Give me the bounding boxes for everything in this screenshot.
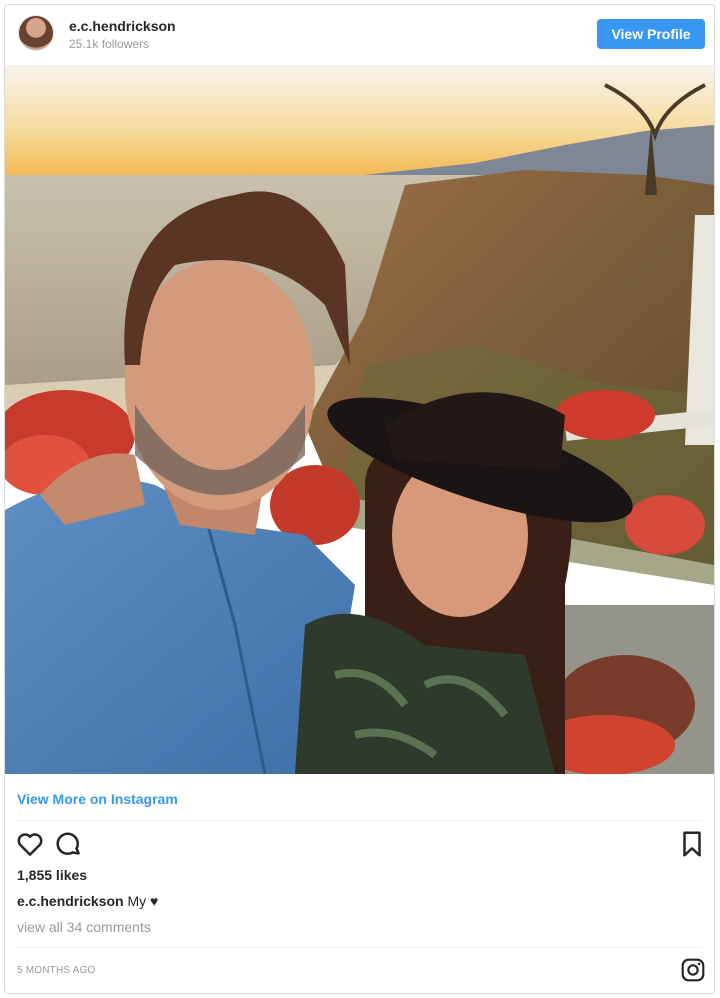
action-bar bbox=[5, 829, 714, 861]
comment-icon[interactable] bbox=[53, 829, 83, 859]
post-header: e.c.hendrickson 25.1k followers View Pro… bbox=[5, 5, 714, 65]
like-count[interactable]: 1,855 likes bbox=[17, 867, 87, 883]
heart-icon[interactable] bbox=[15, 829, 45, 859]
instagram-embed-card: e.c.hendrickson 25.1k followers View Pro… bbox=[4, 4, 715, 994]
caption-text: My ♥ bbox=[127, 893, 159, 909]
caption: e.c.hendrickson My ♥ bbox=[17, 893, 158, 909]
bookmark-icon[interactable] bbox=[677, 829, 707, 859]
caption-username[interactable]: e.c.hendrickson bbox=[17, 893, 124, 909]
instagram-icon[interactable] bbox=[680, 957, 706, 983]
post-timestamp: 5 MONTHS AGO bbox=[17, 965, 96, 976]
username[interactable]: e.c.hendrickson bbox=[69, 18, 176, 34]
view-profile-button[interactable]: View Profile bbox=[597, 19, 705, 49]
selfie-photo bbox=[5, 65, 714, 774]
post-photo[interactable] bbox=[5, 65, 714, 774]
divider bbox=[17, 947, 702, 948]
view-all-comments-link[interactable]: view all 34 comments bbox=[17, 919, 151, 935]
view-more-on-instagram-link[interactable]: View More on Instagram bbox=[17, 791, 178, 807]
follower-count: 25.1k followers bbox=[69, 37, 150, 51]
divider bbox=[17, 820, 702, 821]
avatar[interactable] bbox=[18, 15, 54, 51]
